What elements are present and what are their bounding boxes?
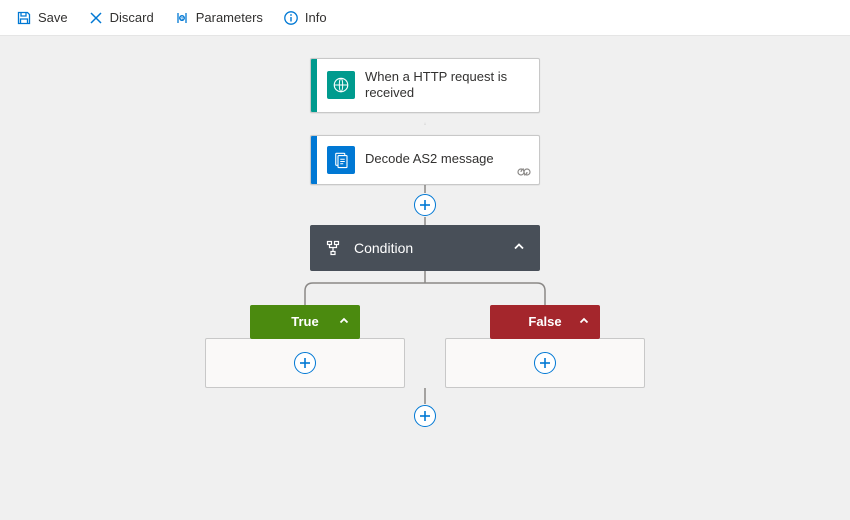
connector-line xyxy=(424,185,426,193)
info-icon xyxy=(283,10,299,26)
branch-false-header[interactable]: False xyxy=(490,305,600,339)
branch-true-body xyxy=(205,338,405,388)
add-step-after-condition-button[interactable] xyxy=(414,405,436,427)
parameters-button[interactable]: @ Parameters xyxy=(166,6,271,30)
trigger-http-request[interactable]: When a HTTP request is received xyxy=(310,58,540,113)
add-step-button[interactable] xyxy=(414,194,436,216)
document-icon xyxy=(327,146,355,174)
branch-connector xyxy=(205,271,645,305)
branch-false: False xyxy=(445,305,645,388)
parameters-icon: @ xyxy=(174,10,190,26)
branches: True False xyxy=(205,305,645,388)
close-icon xyxy=(88,10,104,26)
branch-true: True xyxy=(205,305,405,388)
chevron-up-icon[interactable] xyxy=(512,239,526,256)
branch-false-body xyxy=(445,338,645,388)
connector-line xyxy=(424,217,426,225)
save-label: Save xyxy=(38,10,68,25)
parameters-label: Parameters xyxy=(196,10,263,25)
http-icon xyxy=(327,71,355,99)
connector-line xyxy=(424,388,426,404)
add-step-false-button[interactable] xyxy=(534,352,556,374)
branch-true-label: True xyxy=(291,314,318,329)
action-decode-as2[interactable]: Decode AS2 message xyxy=(310,135,540,185)
add-step-true-button[interactable] xyxy=(294,352,316,374)
workflow: When a HTTP request is received Decode A… xyxy=(0,58,850,428)
svg-text:@: @ xyxy=(179,16,185,22)
connection-indicator-icon xyxy=(517,166,531,180)
discard-label: Discard xyxy=(110,10,154,25)
toolbar: Save Discard @ Parameters Info xyxy=(0,0,850,36)
trigger-title: When a HTTP request is received xyxy=(365,69,529,102)
chevron-up-icon[interactable] xyxy=(578,314,590,329)
connector-arrow xyxy=(424,113,426,135)
info-label: Info xyxy=(305,10,327,25)
save-icon xyxy=(16,10,32,26)
branch-false-label: False xyxy=(528,314,561,329)
save-button[interactable]: Save xyxy=(8,6,76,30)
branch-true-header[interactable]: True xyxy=(250,305,360,339)
chevron-up-icon[interactable] xyxy=(338,314,350,329)
condition-title: Condition xyxy=(354,240,413,256)
control-icon xyxy=(324,239,342,257)
discard-button[interactable]: Discard xyxy=(80,6,162,30)
condition-step[interactable]: Condition xyxy=(310,225,540,271)
decode-title: Decode AS2 message xyxy=(365,151,494,167)
designer-canvas[interactable]: When a HTTP request is received Decode A… xyxy=(0,36,850,520)
info-button[interactable]: Info xyxy=(275,6,335,30)
